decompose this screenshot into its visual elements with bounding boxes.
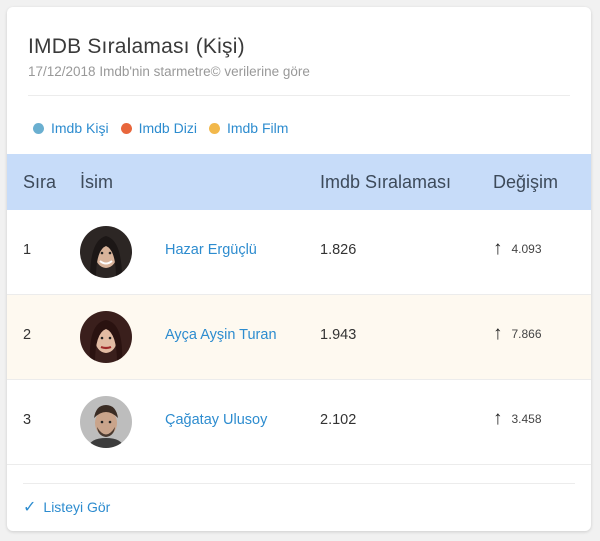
person-name-link[interactable]: Çağatay Ulusoy (165, 412, 267, 428)
person-name-link[interactable]: Ayça Ayşin Turan (165, 327, 277, 343)
arrow-up-icon: ↑ (493, 408, 503, 429)
rank-cell: 1 (23, 242, 32, 258)
tab-imdb-film[interactable]: Imdb Film (208, 120, 289, 136)
tab-label: Imdb Kişi (51, 120, 109, 136)
category-tabs: Imdb Kişi Imdb Dizi Imdb Film (33, 120, 288, 136)
view-list-link[interactable]: ✓ Listeyi Gör (23, 497, 110, 517)
change-cell: ↑ 3.458 (493, 409, 542, 428)
column-header-change: Değişim (493, 172, 559, 192)
score-cell: 2.102 (320, 412, 357, 428)
column-header-rank: Sıra (23, 172, 57, 192)
divider (28, 95, 570, 96)
person-name-link[interactable]: Hazar Ergüçlü (165, 242, 257, 258)
table-row: 2 Ayça Ayşin Turan 1.943 ↑ 7.866 (7, 295, 591, 380)
rank-cell: 2 (23, 327, 32, 343)
score-cell: 1.943 (320, 327, 357, 343)
column-header-score: Imdb Sıralaması (320, 172, 452, 192)
view-list-label: Listeyi Gör (43, 499, 111, 515)
change-cell: ↑ 4.093 (493, 239, 542, 258)
change-value: 4.093 (511, 241, 542, 256)
tab-imdb-kisi[interactable]: Imdb Kişi (33, 120, 109, 136)
table-row: 3 Çağatay Ulusoy 2.102 ↑ 3.458 (7, 380, 591, 465)
avatar[interactable] (80, 311, 132, 363)
column-header-name: İsim (80, 172, 113, 192)
tab-imdb-dizi[interactable]: Imdb Dizi (120, 120, 197, 136)
tab-label: Imdb Film (226, 120, 289, 136)
card-title: IMDB Sıralaması (Kişi) (28, 35, 245, 58)
table-header: Sıra İsim Imdb Sıralaması Değişim (7, 154, 591, 210)
imdb-ranking-card: IMDB Sıralaması (Kişi) 17/12/2018 Imdb'n… (7, 7, 591, 531)
dot-icon (120, 122, 132, 134)
check-icon: ✓ (23, 499, 37, 516)
table-row: 1 Hazar Ergüçlü 1.826 ↑ 4.093 (7, 210, 591, 295)
change-value: 7.866 (511, 326, 542, 341)
dot-icon (208, 122, 220, 134)
tab-label: Imdb Dizi (138, 120, 197, 136)
score-cell: 1.826 (320, 242, 357, 258)
change-value: 3.458 (511, 411, 542, 426)
dot-icon (33, 122, 44, 134)
arrow-up-icon: ↑ (493, 323, 503, 344)
avatar[interactable] (80, 396, 132, 448)
avatar[interactable] (80, 226, 132, 278)
divider (23, 483, 575, 484)
change-cell: ↑ 7.866 (493, 324, 542, 343)
card-subtitle: 17/12/2018 Imdb'nin starmetre© verilerin… (28, 64, 310, 79)
rank-cell: 3 (23, 412, 32, 428)
arrow-up-icon: ↑ (493, 238, 503, 259)
